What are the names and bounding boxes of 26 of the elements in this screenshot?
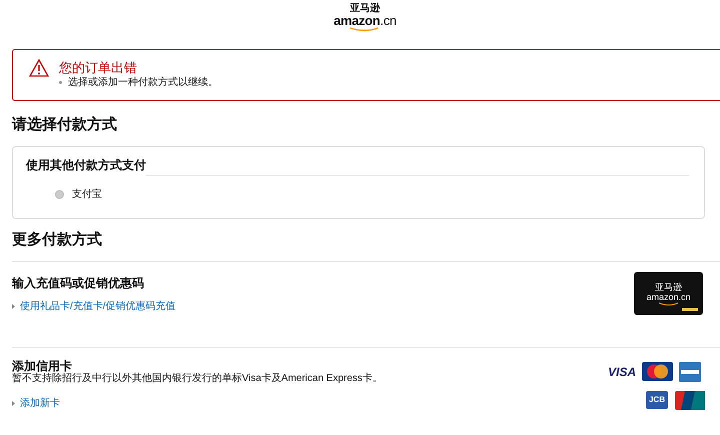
panel-title: 使用其他付款方式支付 — [26, 157, 146, 173]
card-notice: 暂不支持除招行及中行以外其他国内银行发行的单标Visa卡及American Express卡。 — [12, 373, 382, 385]
gift-card-link[interactable]: 使用礼品卡/充值卡/促销优惠码充值 — [20, 299, 176, 314]
gift-card-logo-cn: 亚马逊 — [655, 282, 682, 292]
radio-button[interactable] — [55, 190, 64, 199]
section-title: 输入充值码或促销优惠码 — [12, 275, 145, 291]
alert-message: 选择或添加一种付款方式以继续。 — [68, 76, 218, 89]
add-card-link[interactable]: 添加新卡 — [20, 396, 60, 411]
smile-icon — [658, 302, 680, 306]
section-heading: 更多付款方式 — [12, 230, 103, 250]
amex-logo — [679, 362, 701, 382]
section-title: 添加信用卡 — [12, 359, 72, 373]
label-strip — [682, 308, 698, 311]
unionpay-logo — [675, 390, 705, 410]
section-heading: 请选择付款方式 — [12, 115, 118, 135]
amazon-logo[interactable]: 亚马逊 amazon.cn — [334, 3, 396, 44]
jcb-logo: JCB — [646, 391, 668, 409]
caret-icon — [12, 304, 15, 309]
radio-option[interactable]: 支付宝 — [55, 187, 691, 202]
gift-card-logo: amazon.cn — [646, 292, 691, 302]
caret-icon — [12, 401, 15, 406]
mastercard-logo — [642, 362, 672, 381]
warning-icon — [29, 59, 49, 77]
alert-title: 您的订单出错 — [59, 59, 138, 76]
bullet-icon — [59, 81, 62, 84]
visa-logo: VISA — [608, 364, 636, 380]
